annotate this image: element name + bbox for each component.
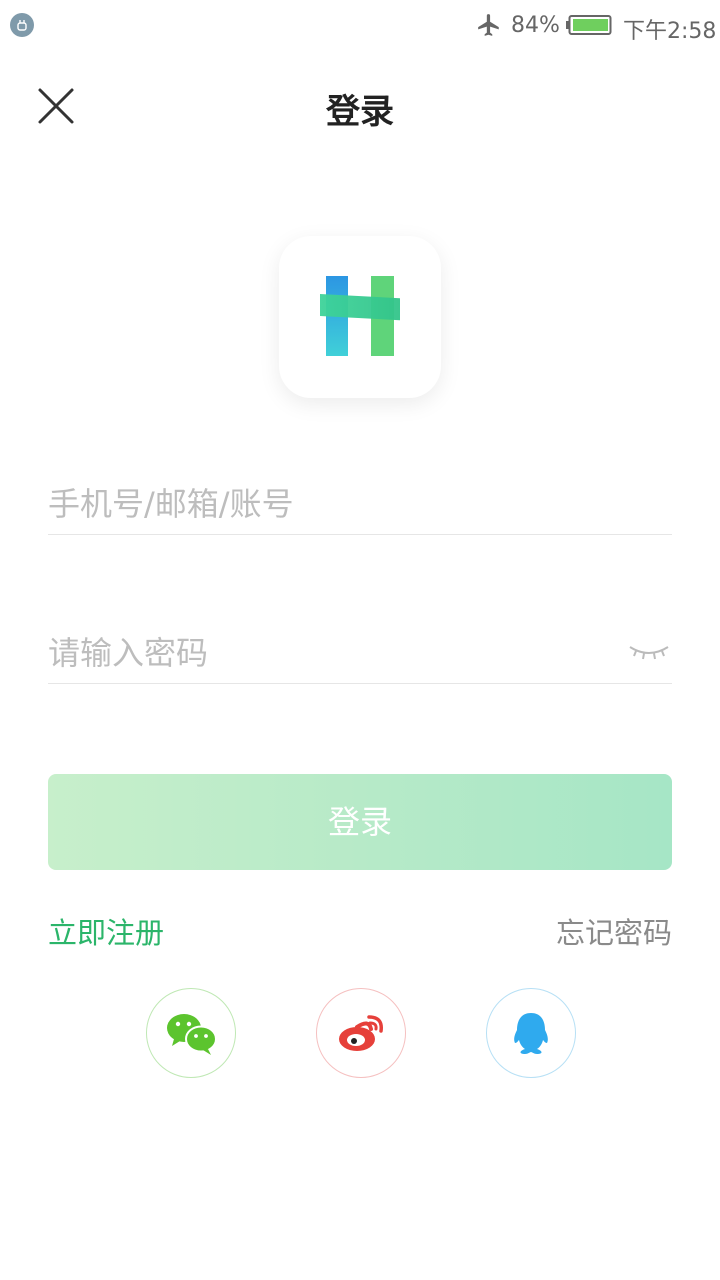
- weibo-login-button[interactable]: [316, 988, 406, 1078]
- password-visibility-toggle[interactable]: [628, 641, 670, 663]
- qq-login-button[interactable]: [486, 988, 576, 1078]
- weibo-icon: [339, 1015, 383, 1051]
- page-title: 登录: [326, 92, 394, 132]
- password-input[interactable]: [48, 623, 608, 683]
- password-field-container: [48, 623, 672, 684]
- eye-closed-icon: [629, 646, 669, 660]
- battery-percent: 84%: [511, 13, 560, 38]
- login-button[interactable]: 登录: [48, 774, 672, 870]
- usb-debug-icon: [10, 13, 34, 37]
- app-logo: [279, 236, 441, 398]
- wechat-icon: [167, 1014, 217, 1055]
- account-input[interactable]: [48, 474, 608, 534]
- register-link[interactable]: 立即注册: [48, 910, 164, 952]
- airplane-mode-icon: [476, 12, 502, 38]
- wechat-login-button[interactable]: [146, 988, 236, 1078]
- clock: 下午2:58: [623, 19, 717, 44]
- forgot-password-link[interactable]: 忘记密码: [556, 910, 672, 952]
- status-bar: 84% 下午2:58: [0, 0, 720, 52]
- battery-icon: [566, 15, 612, 35]
- account-field-container: [48, 474, 672, 535]
- qq-icon: [514, 1013, 548, 1054]
- app-logo-icon: [320, 276, 400, 356]
